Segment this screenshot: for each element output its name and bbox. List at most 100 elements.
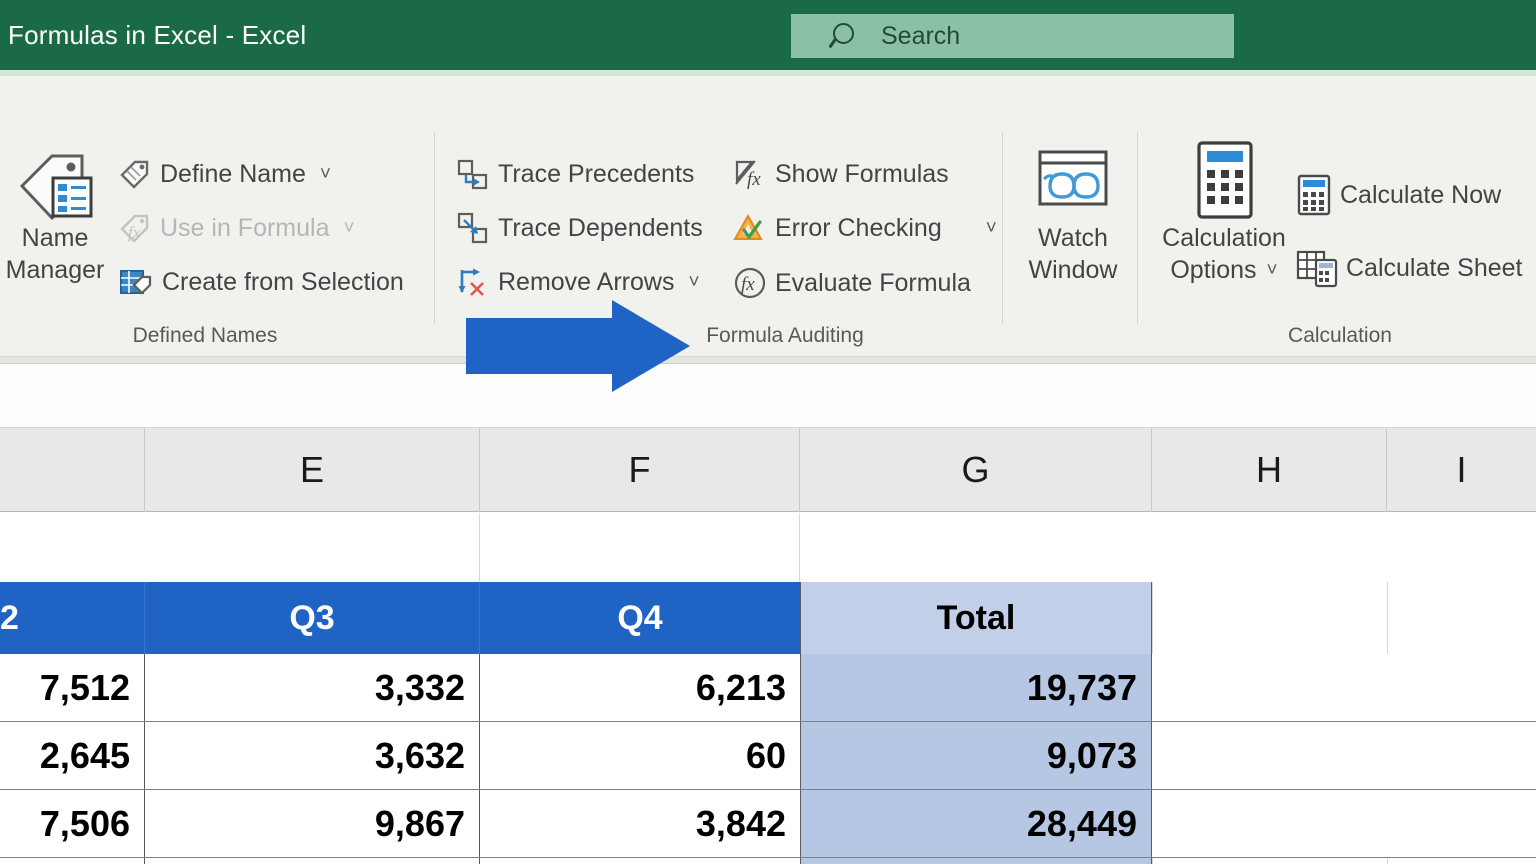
watch-window-icon bbox=[1036, 146, 1110, 226]
tag-icon bbox=[118, 158, 152, 190]
show-formulas-button[interactable]: fx Show Formulas bbox=[733, 158, 949, 190]
create-from-selection-button[interactable]: Create from Selection bbox=[118, 266, 404, 298]
svg-text:fx: fx bbox=[128, 223, 141, 242]
trace-precedents-label: Trace Precedents bbox=[498, 159, 695, 188]
cell-q2[interactable]: 2,645 bbox=[0, 722, 145, 789]
watch-window-button[interactable]: Watch Window bbox=[1010, 150, 1136, 286]
cell-total[interactable]: 9,073 bbox=[800, 722, 1152, 789]
name-manager-label-line2: Manager bbox=[5, 256, 105, 284]
evaluate-formula-icon: fx bbox=[733, 266, 767, 300]
spreadsheet-grid: E F G H I 2 Q3 Q4 Total 7,512 3,332 6,21… bbox=[0, 428, 1536, 864]
chevron-down-icon: ˅ bbox=[343, 217, 355, 239]
remove-arrows-label: Remove Arrows bbox=[498, 267, 675, 296]
trace-dependents-icon bbox=[456, 212, 490, 244]
column-header-F[interactable]: F bbox=[480, 428, 800, 512]
name-manager-tag-icon bbox=[12, 148, 98, 224]
table-header-cell-q2-partial[interactable]: 2 bbox=[0, 582, 145, 654]
cell[interactable] bbox=[480, 513, 800, 582]
show-formulas-icon: fx bbox=[733, 158, 767, 190]
remove-arrows-button[interactable]: Remove Arrows ˅ bbox=[456, 266, 700, 298]
tag-fx-icon: fx bbox=[118, 212, 152, 244]
formula-auditing-group-label: Formula Auditing bbox=[706, 324, 864, 347]
cell-total[interactable] bbox=[800, 858, 1152, 864]
chevron-down-icon[interactable]: ˅ bbox=[1267, 261, 1278, 280]
defined-names-group-label: Defined Names bbox=[132, 324, 278, 347]
calculation-group-label: Calculation bbox=[1288, 324, 1392, 347]
cell-q2[interactable]: 7,512 bbox=[0, 654, 145, 721]
error-checking-label: Error Checking bbox=[775, 213, 942, 242]
create-from-selection-label: Create from Selection bbox=[162, 267, 404, 296]
name-manager-button[interactable]: Name Manager bbox=[0, 154, 110, 286]
cell-total[interactable]: 28,449 bbox=[800, 790, 1152, 857]
trace-dependents-button[interactable]: Trace Dependents bbox=[456, 212, 703, 244]
column-header-row: E F G H I bbox=[0, 428, 1536, 512]
use-in-formula-label: Use in Formula bbox=[160, 213, 330, 242]
cell-q2[interactable] bbox=[0, 858, 145, 864]
column-header-partial[interactable] bbox=[0, 428, 145, 512]
use-in-formula-button: fx Use in Formula ˅ bbox=[118, 212, 355, 244]
remove-arrows-icon bbox=[456, 266, 490, 298]
show-formulas-label: Show Formulas bbox=[775, 159, 949, 188]
column-header-I[interactable]: I bbox=[1387, 428, 1536, 512]
table-header-cell-q4[interactable]: Q4 bbox=[480, 582, 800, 654]
cell[interactable] bbox=[145, 513, 480, 582]
title-bar: Formulas in Excel - Excel Search bbox=[0, 0, 1536, 70]
calculation-options-label-line2: Options bbox=[1170, 256, 1257, 284]
cell-q4[interactable] bbox=[480, 858, 800, 864]
cell-q3[interactable]: 9,867 bbox=[145, 790, 480, 857]
column-header-H[interactable]: H bbox=[1152, 428, 1387, 512]
calculate-now-icon bbox=[1296, 174, 1332, 216]
cell[interactable] bbox=[800, 513, 1152, 582]
calculation-options-button[interactable]: Calculation Options ˅ bbox=[1152, 141, 1296, 286]
cell-q3[interactable]: 3,632 bbox=[145, 722, 480, 789]
error-checking-button[interactable]: Error Checking ˅ bbox=[733, 212, 997, 244]
ribbon-bottom-edge bbox=[0, 356, 1536, 364]
svg-text:fx: fx bbox=[741, 274, 755, 295]
cell-total[interactable]: 19,737 bbox=[800, 654, 1152, 721]
grid-tag-icon bbox=[118, 266, 154, 298]
cell-q4[interactable]: 3,842 bbox=[480, 790, 800, 857]
empty-row bbox=[0, 513, 1536, 582]
trace-precedents-icon bbox=[456, 158, 490, 190]
formula-bar-area[interactable] bbox=[0, 364, 1536, 428]
define-name-button[interactable]: Define Name ˅ bbox=[118, 158, 331, 190]
search-box[interactable]: Search bbox=[791, 14, 1234, 58]
chevron-down-icon[interactable]: ˅ bbox=[688, 273, 699, 292]
cell-q3[interactable] bbox=[145, 858, 480, 864]
calculate-sheet-icon bbox=[1296, 248, 1338, 288]
table-header-row: 2 Q3 Q4 Total bbox=[0, 582, 1536, 654]
table-row-partial bbox=[0, 858, 1536, 864]
search-placeholder: Search bbox=[881, 21, 961, 50]
table-row: 2,645 3,632 60 9,073 bbox=[0, 722, 1536, 790]
calculate-sheet-button[interactable]: Calculate Sheet bbox=[1296, 248, 1523, 288]
cell-area: 2 Q3 Q4 Total 7,512 3,332 6,213 19,737 2… bbox=[0, 513, 1536, 864]
group-separator bbox=[1137, 132, 1138, 324]
calculator-icon bbox=[1196, 140, 1254, 228]
column-header-E[interactable]: E bbox=[145, 428, 480, 512]
group-separator bbox=[1002, 132, 1003, 324]
error-checking-icon bbox=[733, 212, 767, 244]
table-header-cell-q3[interactable]: Q3 bbox=[145, 582, 480, 654]
trace-dependents-label: Trace Dependents bbox=[498, 213, 703, 242]
name-manager-svg bbox=[19, 154, 93, 221]
cell-q2[interactable]: 7,506 bbox=[0, 790, 145, 857]
cell-q4[interactable]: 60 bbox=[480, 722, 800, 789]
svg-text:fx: fx bbox=[747, 169, 761, 190]
calculate-now-button[interactable]: Calculate Now bbox=[1296, 174, 1501, 216]
evaluate-formula-button[interactable]: fx Evaluate Formula bbox=[733, 266, 971, 300]
chevron-down-icon[interactable]: ˅ bbox=[986, 219, 997, 238]
cell-q3[interactable]: 3,332 bbox=[145, 654, 480, 721]
chevron-down-icon[interactable]: ˅ bbox=[320, 165, 331, 184]
calculate-sheet-label: Calculate Sheet bbox=[1346, 253, 1523, 282]
column-header-G[interactable]: G bbox=[800, 428, 1152, 512]
table-row: 7,512 3,332 6,213 19,737 bbox=[0, 654, 1536, 722]
ribbon: Name Manager Define Name ˅ fx Use in For… bbox=[0, 76, 1536, 360]
cell-q4[interactable]: 6,213 bbox=[480, 654, 800, 721]
evaluate-formula-label: Evaluate Formula bbox=[775, 268, 971, 297]
trace-precedents-button[interactable]: Trace Precedents bbox=[456, 158, 694, 190]
group-separator bbox=[434, 132, 435, 324]
table-header-cell-total[interactable]: Total bbox=[800, 582, 1152, 654]
table-row: 7,506 9,867 3,842 28,449 bbox=[0, 790, 1536, 858]
calculate-now-label: Calculate Now bbox=[1340, 180, 1502, 209]
window-title: Formulas in Excel - Excel bbox=[8, 20, 307, 50]
